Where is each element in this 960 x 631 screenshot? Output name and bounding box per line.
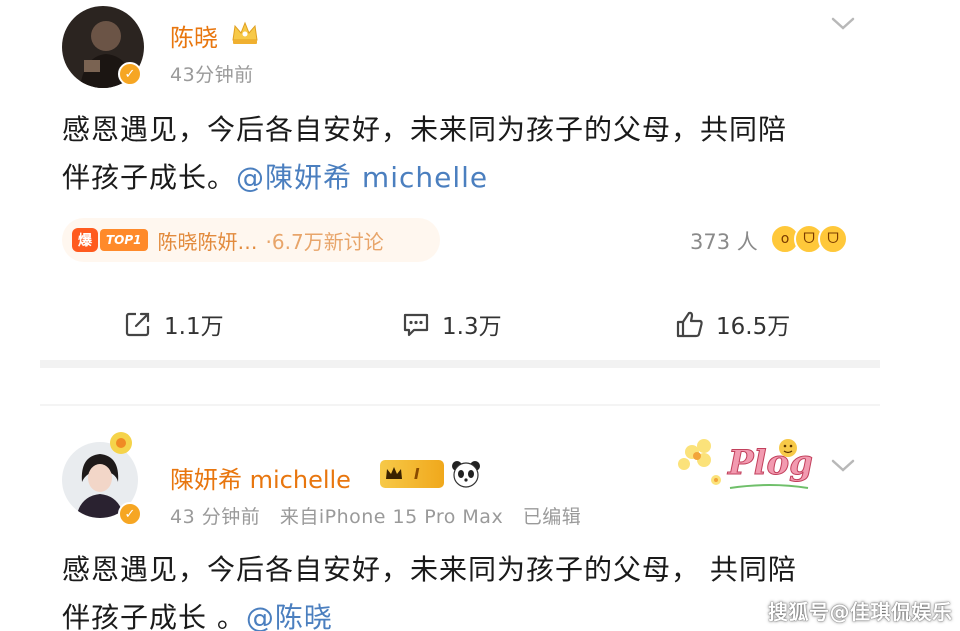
top-rank-badge: TOP1 <box>100 229 148 251</box>
chevron-down-icon[interactable] <box>830 458 856 474</box>
flower-sticker-icon <box>110 432 132 454</box>
chevron-down-icon[interactable] <box>830 16 856 32</box>
mention-link[interactable]: @陈晓 <box>246 601 333 631</box>
post-body-line2: 伴孩子成长 。@陈晓 <box>62 594 797 631</box>
plog-text: Plog <box>727 443 813 483</box>
post-body-line2-text: 伴孩子成长 。 <box>62 601 246 631</box>
crown-icon <box>386 467 402 479</box>
post-divider <box>40 360 880 368</box>
hot-badge: 爆 <box>72 228 98 252</box>
username[interactable]: 陈晓 <box>170 18 218 53</box>
plog-sticker: Plog <box>678 439 813 489</box>
post-divider-line <box>40 404 880 406</box>
repost-button[interactable]: 1.1万 <box>122 306 224 342</box>
flower-icon <box>678 439 721 485</box>
post-body-line2: 伴孩子成长。@陳妍希 michelle <box>62 154 787 202</box>
post-time: 43分钟前 <box>170 64 254 86</box>
post-body: 感恩遇见，今后各自安好，未来同为孩子的父母，共同陪 伴孩子成长。@陳妍希 mic… <box>62 106 787 202</box>
comment-count: 1.3万 <box>442 314 502 340</box>
panda-icon <box>452 461 480 488</box>
hot-topic-title: 陈晓陈妍… <box>157 229 258 254</box>
repost-count: 1.1万 <box>164 314 224 340</box>
post-body-line1: 感恩遇见，今后各自安好，未来同为孩子的父母，共同陪 <box>62 113 788 146</box>
post-body: 感恩遇见，今后各自安好，未来同为孩子的父母， 共同陪 伴孩子成长 。@陈晓 <box>62 546 797 631</box>
like-count: 16.5万 <box>716 314 791 340</box>
vip-badge: I <box>380 460 444 488</box>
username[interactable]: 陳妍希 michelle <box>170 460 351 495</box>
like-button[interactable]: 16.5万 <box>674 306 790 342</box>
post-body-line1: 感恩遇见，今后各自安好，未来同为孩子的父母， 共同陪 <box>62 553 797 586</box>
post-body-line2-text: 伴孩子成长。 <box>62 161 237 194</box>
like-icon <box>676 311 703 338</box>
verified-badge-icon: ✓ <box>118 502 142 526</box>
laugh-tears-emoji-icon: ᗜ <box>818 224 848 254</box>
reaction-count[interactable]: 373 人 <box>690 226 758 256</box>
weibo-post-chenxiao: ✓ 陈晓 43分钟前 感恩遇见，今后各自安好，未来同为孩子的父母，共同陪 伴孩子… <box>0 0 960 362</box>
post-meta: 43 分钟前 来自iPhone 15 Pro Max 已编辑 <box>170 506 582 528</box>
mention-link[interactable]: @陳妍希 michelle <box>236 161 488 194</box>
crown-icon <box>232 21 258 44</box>
comment-icon <box>403 313 429 337</box>
watermark: 搜狐号@佳琪侃娱乐 <box>768 600 953 624</box>
hot-topic-pill[interactable]: 爆 TOP1 陈晓陈妍… ·6.7万新讨论 <box>62 218 440 262</box>
vip-level: I <box>414 465 420 483</box>
verified-badge-icon: ✓ <box>118 62 142 86</box>
reaction-emojis[interactable]: o ᗜ ᗜ <box>770 224 848 254</box>
hot-topic-discussion: ·6.7万新讨论 <box>265 229 384 254</box>
repost-icon <box>125 312 150 337</box>
comment-button[interactable]: 1.3万 <box>400 306 502 342</box>
